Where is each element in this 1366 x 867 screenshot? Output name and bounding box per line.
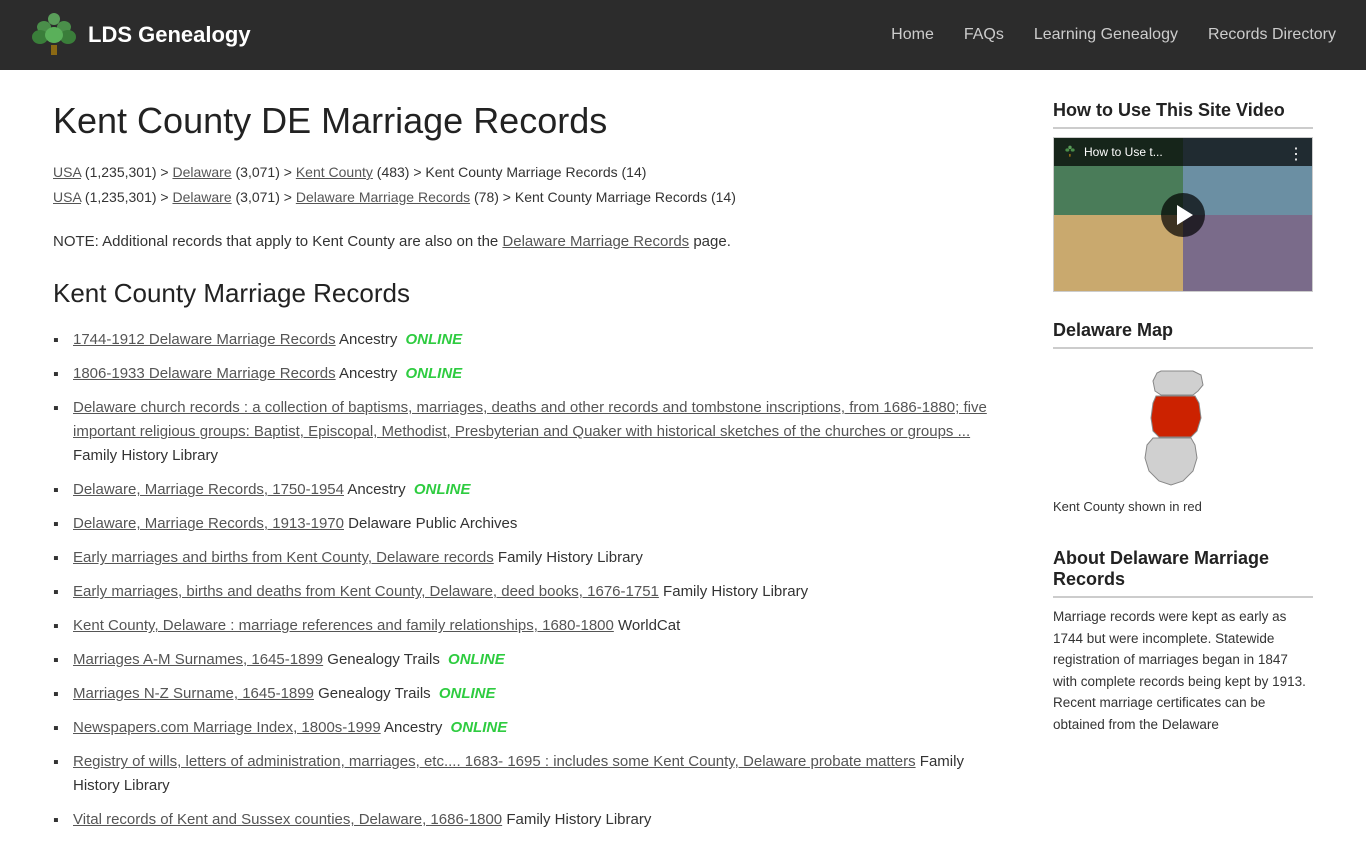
breadcrumb-delaware-2[interactable]: Delaware bbox=[172, 189, 231, 205]
note-text: NOTE: Additional records that apply to K… bbox=[53, 230, 1013, 254]
breadcrumb-usa-1[interactable]: USA bbox=[53, 164, 81, 180]
nav-records[interactable]: Records Directory bbox=[1208, 26, 1336, 44]
video-title-overlay: How to Use t... ⋮ bbox=[1054, 138, 1312, 166]
record-source-2: Family History Library bbox=[73, 447, 218, 464]
nav-faqs[interactable]: FAQs bbox=[964, 26, 1004, 44]
logo-text: LDS Genealogy bbox=[88, 22, 251, 48]
record-item-11: Registry of wills, letters of administra… bbox=[53, 745, 1013, 803]
record-source-5: Family History Library bbox=[494, 549, 643, 566]
map-section: Delaware Map Kent County shown in red bbox=[1053, 320, 1313, 520]
online-badge-10: ONLINE bbox=[446, 719, 507, 736]
record-item-3: Delaware, Marriage Records, 1750-1954 An… bbox=[53, 473, 1013, 507]
video-play-button[interactable] bbox=[1161, 193, 1205, 237]
logo-tree-icon bbox=[30, 11, 78, 59]
record-source-7: WorldCat bbox=[614, 617, 680, 634]
record-link-1[interactable]: 1806-1933 Delaware Marriage Records bbox=[73, 365, 336, 382]
record-link-5[interactable]: Early marriages and births from Kent Cou… bbox=[73, 549, 494, 566]
record-source-4: Delaware Public Archives bbox=[344, 515, 517, 532]
breadcrumb-usa-2[interactable]: USA bbox=[53, 189, 81, 205]
record-item-0: 1744-1912 Delaware Marriage Records Ance… bbox=[53, 323, 1013, 357]
record-item-10: Newspapers.com Marriage Index, 1800s-199… bbox=[53, 711, 1013, 745]
video-thumbnail[interactable]: How to Use t... ⋮ bbox=[1053, 137, 1313, 292]
record-item-7: Kent County, Delaware : marriage referen… bbox=[53, 609, 1013, 643]
online-badge-8: ONLINE bbox=[444, 651, 505, 668]
record-item-12: Vital records of Kent and Sussex countie… bbox=[53, 803, 1013, 837]
breadcrumb-line-2: USA (1,235,301) > Delaware (3,071) > Del… bbox=[53, 185, 1013, 210]
record-link-7[interactable]: Kent County, Delaware : marriage referen… bbox=[73, 617, 614, 634]
record-source-0: Ancestry bbox=[336, 331, 398, 348]
nav-learning[interactable]: Learning Genealogy bbox=[1034, 26, 1178, 44]
record-source-9: Genealogy Trails bbox=[314, 685, 431, 702]
record-link-10[interactable]: Newspapers.com Marriage Index, 1800s-199… bbox=[73, 719, 381, 736]
breadcrumb-delaware-1[interactable]: Delaware bbox=[172, 164, 231, 180]
record-link-0[interactable]: 1744-1912 Delaware Marriage Records bbox=[73, 331, 336, 348]
breadcrumbs: USA (1,235,301) > Delaware (3,071) > Ken… bbox=[53, 160, 1013, 210]
nav-links: Home FAQs Learning Genealogy Records Dir… bbox=[891, 26, 1336, 44]
record-source-6: Family History Library bbox=[659, 583, 808, 600]
record-item-2: Delaware church records : a collection o… bbox=[53, 391, 1013, 473]
breadcrumb-kent-1[interactable]: Kent County bbox=[296, 164, 373, 180]
nav-home[interactable]: Home bbox=[891, 26, 934, 44]
records-list: 1744-1912 Delaware Marriage Records Ance… bbox=[53, 323, 1013, 837]
record-link-9[interactable]: Marriages N-Z Surname, 1645-1899 bbox=[73, 685, 314, 702]
about-section-title: About Delaware Marriage Records bbox=[1053, 548, 1313, 598]
record-link-4[interactable]: Delaware, Marriage Records, 1913-1970 bbox=[73, 515, 344, 532]
record-item-4: Delaware, Marriage Records, 1913-1970 De… bbox=[53, 507, 1013, 541]
online-badge-1: ONLINE bbox=[401, 365, 462, 382]
record-source-1: Ancestry bbox=[336, 365, 398, 382]
map-container: Kent County shown in red bbox=[1053, 357, 1313, 520]
logo-link[interactable]: LDS Genealogy bbox=[30, 11, 251, 59]
about-text: Marriage records were kept as early as 1… bbox=[1053, 606, 1313, 736]
map-section-title: Delaware Map bbox=[1053, 320, 1313, 349]
navbar: LDS Genealogy Home FAQs Learning Genealo… bbox=[0, 0, 1366, 70]
map-svg-wrapper bbox=[1053, 363, 1313, 493]
record-source-3: Ancestry bbox=[344, 481, 406, 498]
records-section-title: Kent County Marriage Records bbox=[53, 278, 1013, 309]
record-source-12: Family History Library bbox=[502, 811, 651, 828]
online-badge-9: ONLINE bbox=[435, 685, 496, 702]
note-link[interactable]: Delaware Marriage Records bbox=[502, 233, 689, 250]
delaware-map bbox=[1123, 363, 1243, 493]
video-logo-icon bbox=[1062, 144, 1078, 160]
main-content: Kent County DE Marriage Records USA (1,2… bbox=[53, 100, 1013, 837]
online-badge-3: ONLINE bbox=[410, 481, 471, 498]
record-link-3[interactable]: Delaware, Marriage Records, 1750-1954 bbox=[73, 481, 344, 498]
video-options-icon[interactable]: ⋮ bbox=[1288, 144, 1304, 164]
video-section: How to Use This Site Video How to Use bbox=[1053, 100, 1313, 292]
breadcrumb-line-1: USA (1,235,301) > Delaware (3,071) > Ken… bbox=[53, 160, 1013, 185]
record-item-1: 1806-1933 Delaware Marriage Records Ance… bbox=[53, 357, 1013, 391]
record-item-6: Early marriages, births and deaths from … bbox=[53, 575, 1013, 609]
record-link-12[interactable]: Vital records of Kent and Sussex countie… bbox=[73, 811, 502, 828]
video-cell-4 bbox=[1183, 215, 1312, 292]
page-wrapper: Kent County DE Marriage Records USA (1,2… bbox=[33, 70, 1333, 867]
online-badge-0: ONLINE bbox=[401, 331, 462, 348]
map-caption: Kent County shown in red bbox=[1053, 499, 1313, 514]
breadcrumb-de-marriage[interactable]: Delaware Marriage Records bbox=[296, 189, 470, 205]
record-source-10: Ancestry bbox=[381, 719, 443, 736]
record-item-5: Early marriages and births from Kent Cou… bbox=[53, 541, 1013, 575]
record-link-6[interactable]: Early marriages, births and deaths from … bbox=[73, 583, 659, 600]
record-link-2[interactable]: Delaware church records : a collection o… bbox=[73, 399, 987, 440]
page-title: Kent County DE Marriage Records bbox=[53, 100, 1013, 142]
video-overlay-label: How to Use t... bbox=[1084, 145, 1163, 159]
about-section: About Delaware Marriage Records Marriage… bbox=[1053, 548, 1313, 736]
record-link-8[interactable]: Marriages A-M Surnames, 1645-1899 bbox=[73, 651, 323, 668]
record-item-8: Marriages A-M Surnames, 1645-1899 Geneal… bbox=[53, 643, 1013, 677]
video-section-title: How to Use This Site Video bbox=[1053, 100, 1313, 129]
sidebar: How to Use This Site Video How to Use bbox=[1053, 100, 1313, 837]
record-source-8: Genealogy Trails bbox=[323, 651, 440, 668]
record-item-9: Marriages N-Z Surname, 1645-1899 Genealo… bbox=[53, 677, 1013, 711]
